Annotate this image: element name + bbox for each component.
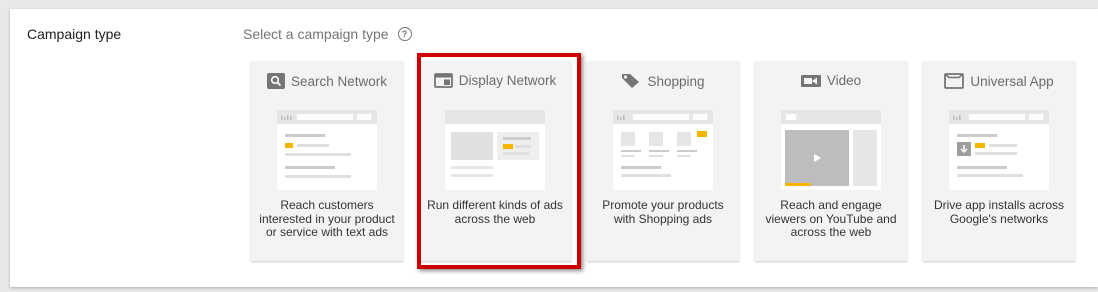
campaign-type-label: Campaign type [27, 26, 122, 42]
card-header: Universal App [923, 73, 1075, 89]
display-ad-preview [445, 110, 545, 190]
display-icon [433, 73, 453, 88]
card-description: Reach and engage viewers on YouTube and … [765, 198, 897, 239]
campaign-type-panel: Campaign type Select a campaign type ? S… [10, 9, 1098, 287]
search-ad-preview [277, 110, 377, 190]
app-icon [944, 73, 965, 89]
card-header: Display Network [419, 73, 571, 88]
card-description: Run different kinds of ads across the we… [427, 198, 563, 226]
help-icon[interactable]: ? [397, 27, 412, 41]
card-title: Universal App [970, 73, 1054, 89]
search-icon [266, 73, 285, 89]
video-ad-preview [781, 110, 881, 190]
card-title: Display Network [458, 73, 557, 88]
card-title: Shopping [647, 73, 705, 89]
card-shopping[interactable]: Shopping Promote your products with Shop… [587, 61, 739, 261]
video-camera-icon [800, 74, 821, 88]
card-description: Drive app installs across Google's netwo… [933, 198, 1065, 226]
card-display-network[interactable]: Display Network Run different kinds of a… [419, 61, 571, 261]
tag-icon [621, 73, 641, 89]
shopping-ad-preview [613, 110, 713, 190]
card-header: Search Network [251, 73, 403, 89]
select-campaign-prompt: Select a campaign type ? [243, 26, 412, 42]
card-title: Search Network [290, 73, 388, 89]
card-description: Promote your products with Shopping ads [602, 198, 724, 226]
card-search-network[interactable]: Search Network Reach customers intereste… [251, 61, 403, 261]
card-header: Shopping [587, 73, 739, 89]
card-video[interactable]: Video Reach and engage viewers on YouTub… [755, 61, 907, 261]
card-universal-app[interactable]: Universal App Drive app installs across … [923, 61, 1075, 261]
card-description: Reach customers interested in your produ… [259, 198, 395, 239]
select-campaign-text: Select a campaign type [243, 26, 389, 42]
card-header: Video [755, 73, 907, 88]
card-title: Video [826, 73, 862, 88]
app-ad-preview [949, 110, 1049, 190]
